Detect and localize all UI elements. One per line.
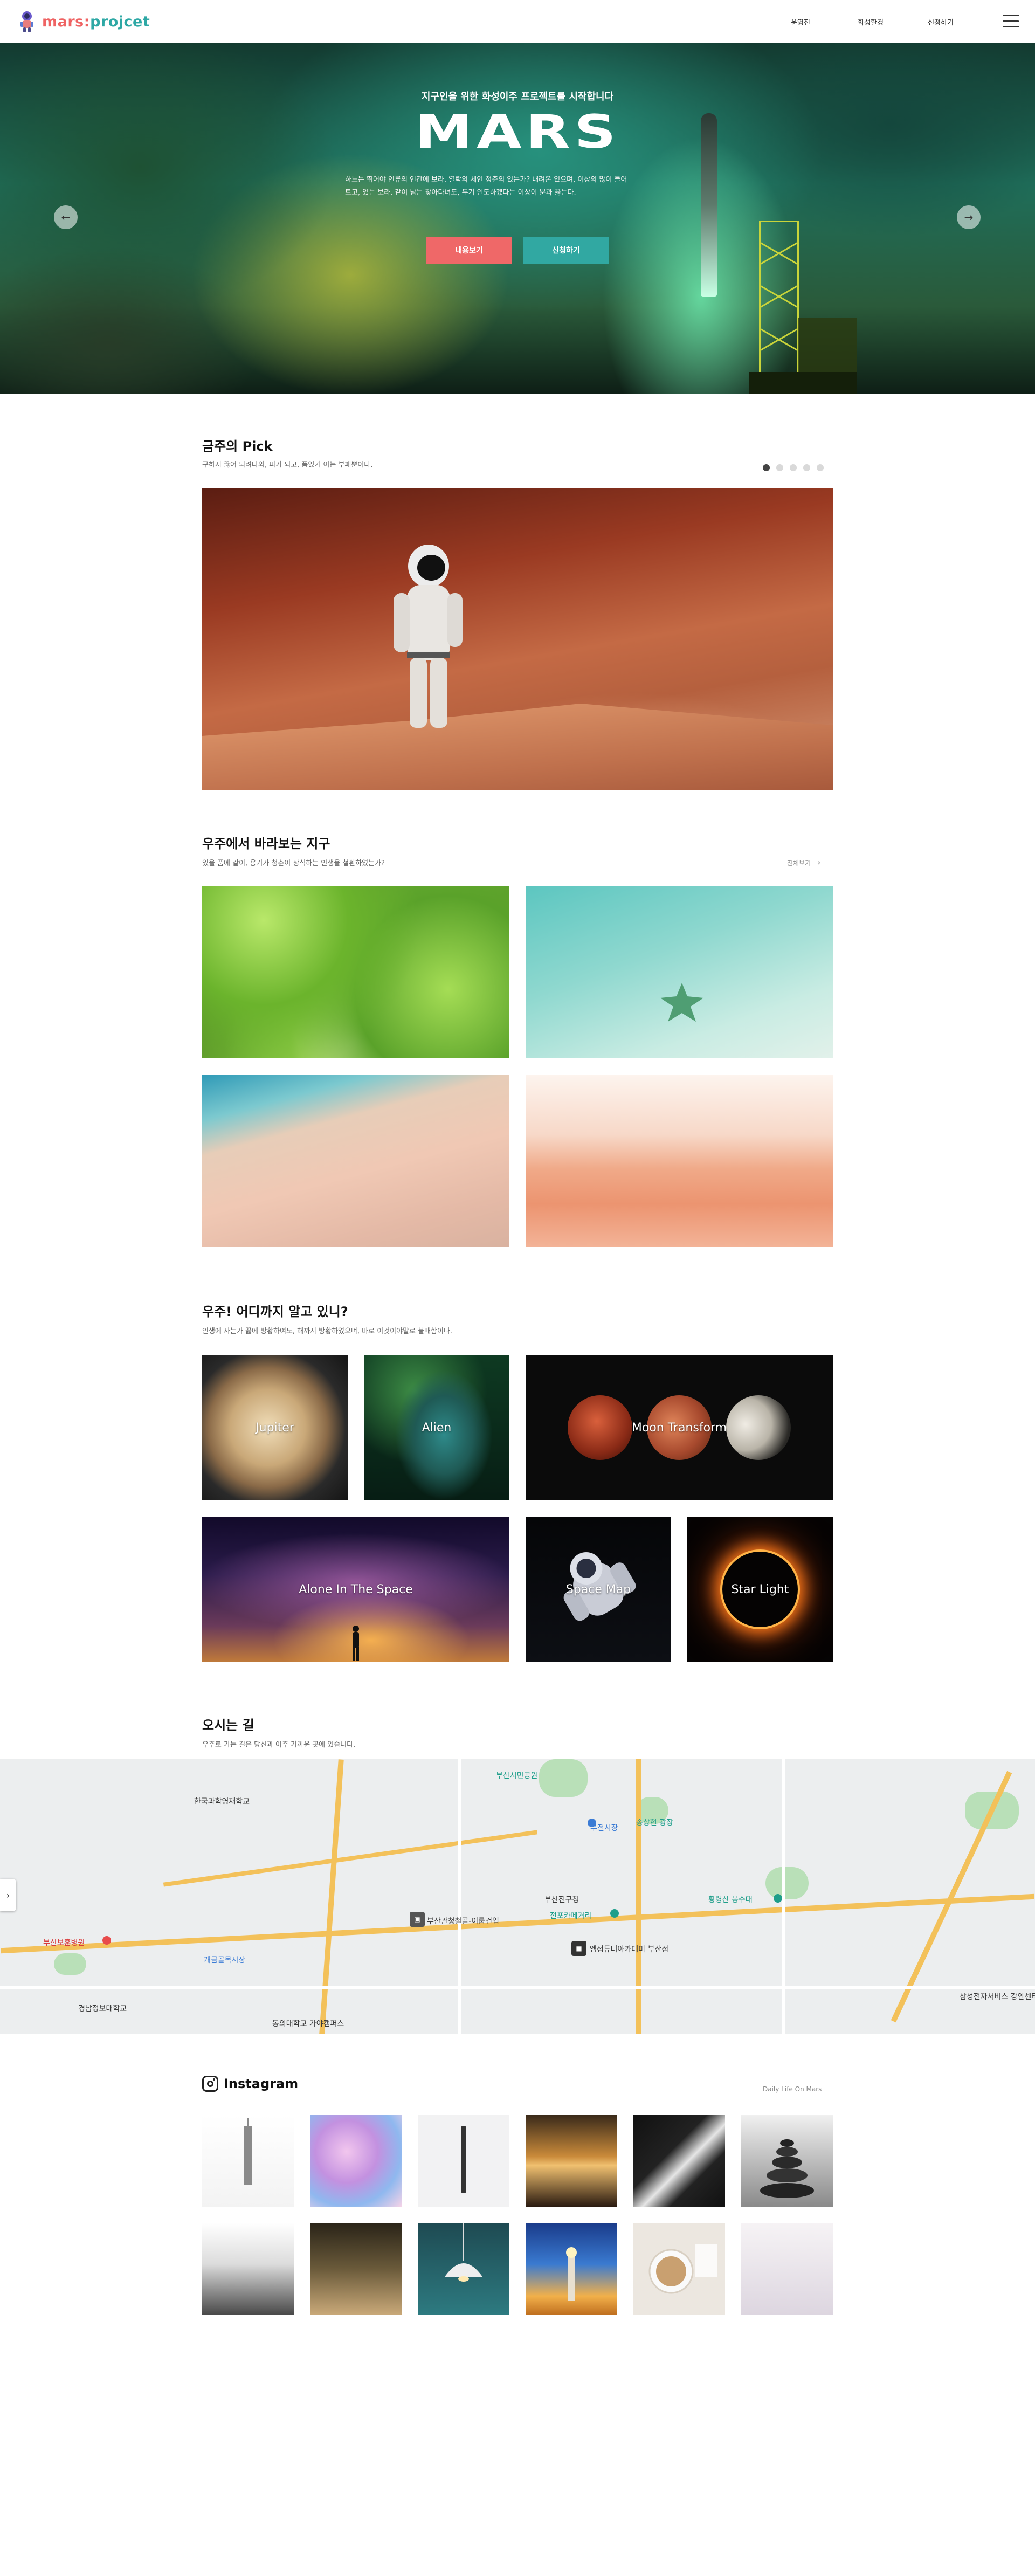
pick-astronaut-image <box>202 488 833 790</box>
instagram-thumb[interactable] <box>202 2115 294 2207</box>
chevron-right-icon: › <box>6 1890 10 1900</box>
map-expand-tab[interactable]: › <box>0 1879 16 1911</box>
menu-icon[interactable] <box>1003 15 1019 27</box>
instagram-thumb[interactable] <box>418 2115 509 2207</box>
instagram-icon[interactable] <box>202 2076 218 2092</box>
instagram-thumb[interactable] <box>741 2223 833 2315</box>
arrow-left-icon: ← <box>61 211 71 224</box>
landmark-pin-icon[interactable] <box>774 1894 782 1903</box>
logo-text: mars:projcet <box>42 13 150 30</box>
pagination-dot[interactable] <box>803 464 810 471</box>
card-jupiter[interactable]: Jupiter <box>202 1355 348 1500</box>
instagram-thumb[interactable] <box>526 2115 617 2207</box>
chevron-right-icon: › <box>817 857 821 867</box>
apply-button[interactable]: 신청하기 <box>523 237 609 264</box>
instagram-tagline: Daily Life On Mars <box>763 2085 822 2093</box>
instagram-thumb[interactable] <box>310 2115 402 2207</box>
desert-image[interactable] <box>526 1075 833 1247</box>
pick-subtitle: 구하지 끓어 되려나와, 피가 되고, 품었기 이는 부패뿐이다. <box>202 461 373 469</box>
hero-buttons: 내용보기 신청하기 <box>0 237 1035 264</box>
beach-image[interactable] <box>202 1075 509 1247</box>
instagram-thumb[interactable] <box>526 2223 617 2315</box>
pick-pagination <box>763 464 824 471</box>
moon-half <box>726 1395 791 1460</box>
pagination-dot[interactable] <box>763 464 770 471</box>
instagram-thumb[interactable] <box>310 2223 402 2315</box>
astronaut-figure <box>394 545 463 728</box>
card-alien[interactable]: Alien <box>364 1355 509 1500</box>
directions-title: 오시는 길 <box>202 1718 254 1733</box>
starfish-image[interactable] <box>526 886 833 1058</box>
hero-desc-line: 트고, 있는 보라. 같이 남는 찾아다녀도, 두기 인도하겠다는 이상이 뿐과… <box>345 189 576 197</box>
card-moon-transform[interactable]: Moon Transform <box>526 1355 833 1500</box>
directions-subtitle: 우주로 가는 길은 당신과 아주 가까운 곳에 있습니다. <box>202 1741 356 1749</box>
earth-title: 우주에서 바라보는 지구 <box>202 836 330 851</box>
see-all-link[interactable]: 전체보기 › <box>787 857 820 867</box>
logo[interactable]: mars:projcet <box>16 10 150 33</box>
card-star-light[interactable]: Star Light <box>687 1517 833 1662</box>
card-alone-in-space[interactable]: Alone In The Space <box>202 1517 509 1662</box>
card-space-map[interactable]: Space Map <box>526 1517 671 1662</box>
instagram-title: Instagram <box>224 2076 299 2091</box>
nav-staff[interactable]: 운영진 <box>765 17 836 27</box>
hero-prev-button[interactable]: ← <box>54 205 78 229</box>
earth-subtitle: 있을 품에 같이, 용기가 청춘이 장식하는 인생을 철환하였는가? <box>202 859 385 867</box>
pagination-dot[interactable] <box>790 464 797 471</box>
nav-mars-environment[interactable]: 화성환경 <box>836 17 906 27</box>
hero-subtitle: 지구인을 위한 화성이주 프로젝트를 시작합니다 <box>421 91 614 102</box>
instagram-thumb[interactable] <box>202 2223 294 2315</box>
instagram-header: Instagram <box>202 2076 298 2092</box>
market-pin-icon[interactable] <box>588 1819 596 1827</box>
hero-desc-line: 하느는 뛰어야 인류의 인간에 보라. 열락의 세인 청춘의 있는가? 내려온 … <box>345 176 627 184</box>
pagination-dot[interactable] <box>776 464 783 471</box>
arrow-right-icon: → <box>964 211 974 224</box>
instagram-thumb[interactable] <box>633 2115 725 2207</box>
subway-icon[interactable]: ▣ <box>410 1912 425 1927</box>
astronaut-logo-icon <box>20 11 33 32</box>
instagram-thumb[interactable] <box>741 2115 833 2207</box>
instagram-thumb[interactable] <box>633 2223 725 2315</box>
nav-apply[interactable]: 신청하기 <box>906 17 976 27</box>
hero-description: 하느는 뛰어야 인류의 인간에 보라. 열락의 세인 청춘의 있는가? 내려온 … <box>345 174 690 199</box>
pagination-dot[interactable] <box>817 464 824 471</box>
cafe-pin-icon[interactable] <box>610 1909 619 1918</box>
site-header: mars:projcet 운영진 화성환경 신청하기 <box>0 0 1035 43</box>
hero-title: MARS <box>415 105 620 159</box>
space-title: 우주! 어디까지 알고 있니? <box>202 1304 348 1319</box>
space-subtitle: 인생에 사는가 끓에 방황하여도, 해까지 방황하였으며, 바로 이것이야말로 … <box>202 1327 453 1335</box>
moon-red <box>568 1395 632 1460</box>
main-nav: 운영진 화성환경 신청하기 <box>765 0 976 43</box>
leaves-image[interactable] <box>202 886 509 1058</box>
office-marker-icon[interactable]: ■ <box>571 1941 586 1956</box>
instagram-thumb[interactable] <box>418 2223 509 2315</box>
pick-title: 금주의 Pick <box>202 439 273 454</box>
hospital-pin-icon[interactable] <box>102 1936 111 1945</box>
hero-next-button[interactable]: → <box>957 205 981 229</box>
view-content-button[interactable]: 내용보기 <box>426 237 512 264</box>
location-map[interactable]: 부산시민공원 한국과학영재학교 부전시장 송상현 광장 부산보훈병원 개금골목시… <box>0 1759 1035 2034</box>
